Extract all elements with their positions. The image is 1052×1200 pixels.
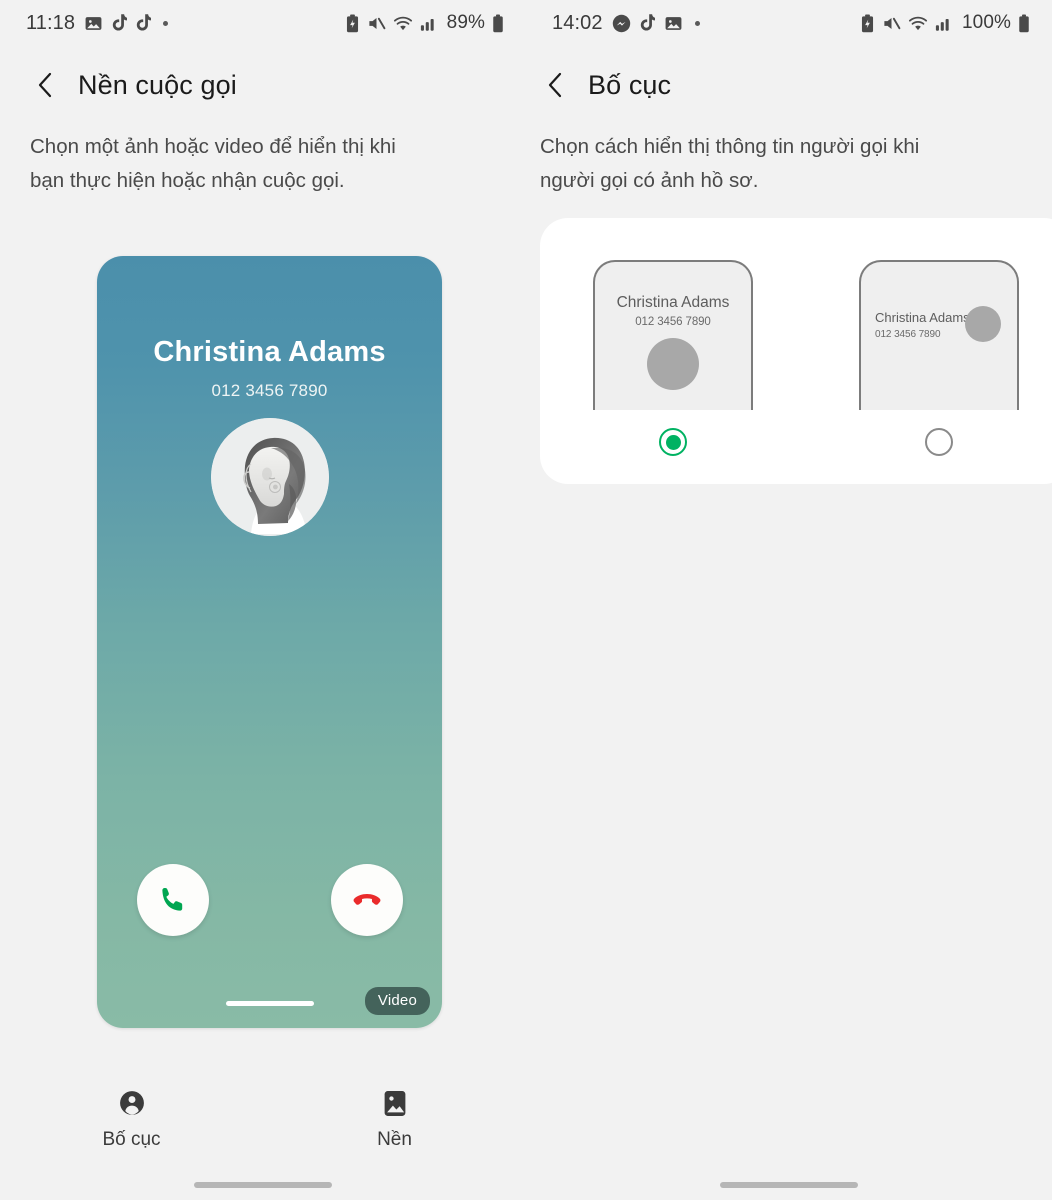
back-button[interactable] (30, 70, 60, 100)
status-time: 14:02 (552, 11, 603, 34)
layout-options-card: Christina Adams 012 3456 7890 Christina … (540, 218, 1052, 484)
status-bar-left-group: 11:18 (26, 11, 169, 35)
answer-call-button[interactable] (136, 864, 209, 936)
status-time: 11:18 (26, 11, 76, 34)
battery-icon (1018, 13, 1030, 33)
mute-icon (882, 14, 901, 33)
image-icon (383, 1087, 407, 1119)
system-gesture-bar[interactable] (194, 1182, 332, 1188)
dual-screenshot-container: 11:18 89% Nền cuộc gọi Chọn một ảnh hoặc… (0, 0, 1052, 1200)
call-background-preview[interactable]: Christina Adams 012 3456 7890 Video (97, 256, 442, 1028)
video-badge[interactable]: Video (364, 987, 430, 1015)
tab-background[interactable]: Nền (263, 1076, 526, 1162)
messenger-icon (612, 14, 631, 33)
status-bar-right-group: 89% (345, 12, 504, 34)
page-title: Bố cục (588, 69, 672, 100)
tiktok-icon (640, 14, 655, 32)
page-title: Nền cuộc gọi (78, 69, 237, 100)
tab-background-label: Nền (377, 1129, 412, 1150)
option-contact-number: 012 3456 7890 (875, 329, 941, 340)
layout-preview-centered: Christina Adams 012 3456 7890 (593, 260, 753, 410)
back-button[interactable] (540, 70, 570, 100)
header-left: Nền cuộc gọi (0, 46, 526, 108)
status-bar-left: 11:18 89% (0, 0, 526, 46)
photos-icon (664, 14, 683, 33)
tiktok-icon (136, 14, 152, 32)
mute-icon (367, 14, 386, 33)
layout-option-compact[interactable]: Christina Adams 012 3456 7890 (806, 260, 1052, 456)
screen-call-background: 11:18 89% Nền cuộc gọi Chọn một ảnh hoặc… (0, 0, 526, 1200)
wifi-icon (908, 15, 928, 32)
radio-layout-compact[interactable] (925, 428, 953, 456)
screen-layout-settings: 14:02 100% Bố cục Chọn cách hiển thị thô… (526, 0, 1052, 1200)
preview-contact-number: 012 3456 7890 (211, 381, 328, 400)
status-bar-right-group: 100% (860, 12, 1030, 34)
page-description: Chọn một ảnh hoặc video để hiển thị khi … (30, 135, 396, 192)
battery-icon (492, 13, 504, 33)
phone-answer-icon (161, 887, 182, 911)
page-description: Chọn cách hiển thị thông tin người gọi k… (540, 135, 920, 192)
chevron-left-icon (548, 72, 562, 98)
status-bar-left-group: 14:02 (552, 12, 700, 35)
preview-gesture-bar (225, 1001, 314, 1006)
decline-call-button[interactable] (330, 864, 403, 936)
preview-contact-name: Christina Adams (153, 336, 386, 368)
layout-preview-compact: Christina Adams 012 3456 7890 (859, 260, 1019, 410)
option-contact-name: Christina Adams (875, 310, 970, 325)
bottom-tab-bar: Bố cục Nền (0, 1076, 526, 1162)
option-contact-number: 012 3456 7890 (635, 316, 711, 328)
photos-icon (84, 14, 103, 33)
option-avatar-placeholder (647, 338, 699, 390)
battery-percentage: 89% (446, 12, 485, 33)
tab-layout[interactable]: Bố cục (0, 1076, 263, 1162)
signal-icon (935, 15, 953, 32)
chevron-left-icon (38, 72, 52, 98)
call-action-buttons (97, 864, 442, 936)
status-bar-right: 14:02 100% (526, 0, 1052, 46)
contact-photo-icon (210, 418, 329, 536)
radio-layout-centered[interactable] (659, 428, 687, 456)
battery-percentage: 100% (962, 12, 1011, 33)
option-avatar-placeholder (965, 306, 1001, 342)
person-icon (119, 1087, 145, 1119)
layout-options-row: Christina Adams 012 3456 7890 Christina … (540, 218, 1052, 484)
tab-layout-label: Bố cục (102, 1129, 161, 1150)
battery-saver-icon (860, 13, 875, 33)
more-dot-icon (163, 20, 169, 26)
signal-icon (420, 15, 438, 32)
phone-decline-icon (353, 894, 380, 905)
wifi-icon (393, 15, 413, 32)
option-contact-name: Christina Adams (616, 294, 730, 311)
tiktok-icon (112, 14, 128, 32)
system-gesture-bar[interactable] (720, 1182, 858, 1188)
battery-saver-icon (345, 13, 360, 33)
header-right: Bố cục (526, 46, 1052, 108)
layout-option-centered[interactable]: Christina Adams 012 3456 7890 (540, 260, 806, 456)
avatar (210, 418, 329, 536)
more-dot-icon (694, 20, 700, 26)
